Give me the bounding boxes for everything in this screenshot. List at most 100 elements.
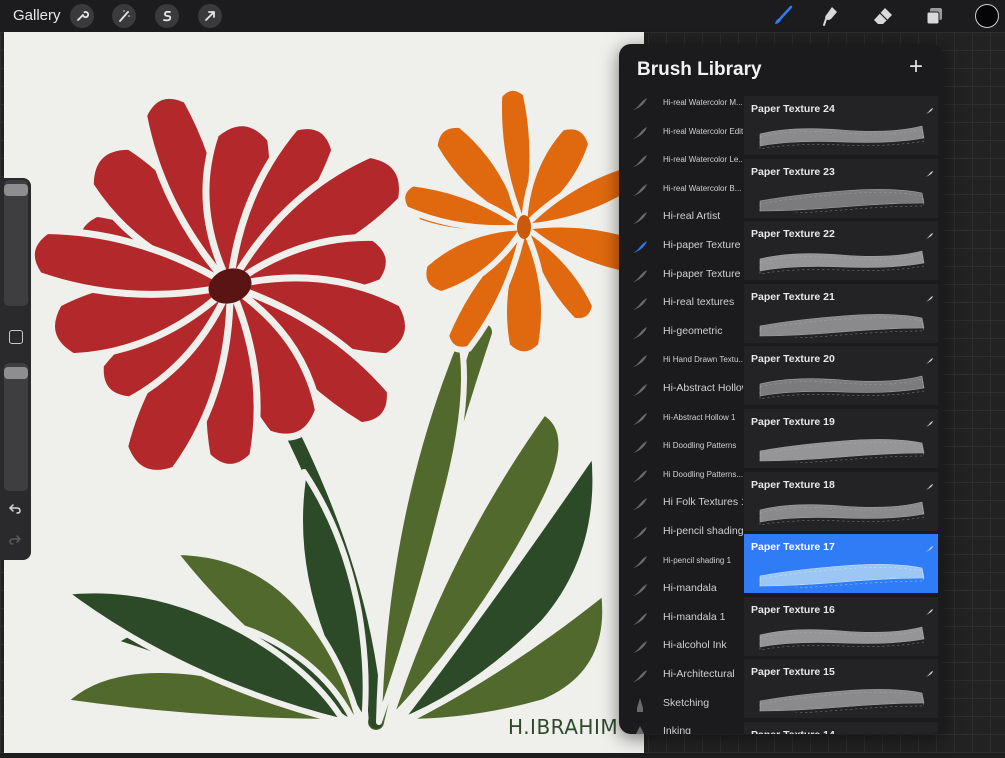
feather-icon bbox=[631, 554, 649, 570]
brush-set-label: Hi-mandala 1 bbox=[663, 610, 726, 623]
brush-stroke-preview bbox=[759, 439, 925, 463]
brush-item[interactable]: Paper Texture 23 bbox=[744, 158, 938, 218]
brush-set-item[interactable]: Inking bbox=[619, 719, 743, 734]
brush-set-label: Hi Doodling Patterns... bbox=[663, 469, 743, 479]
brush-set-item[interactable]: Hi-real Watercolor B... bbox=[619, 176, 743, 204]
brush-set-item[interactable]: Hi Hand Drawn Textu... bbox=[619, 347, 743, 375]
brush-mini-feather-icon bbox=[924, 227, 934, 240]
brush-set-item[interactable]: Hi Doodling Patterns... bbox=[619, 462, 743, 490]
brush-mini-feather-icon bbox=[924, 415, 934, 427]
brush-set-item[interactable]: Hi-real Watercolor M... bbox=[619, 90, 743, 118]
selection-s-icon[interactable] bbox=[155, 4, 179, 28]
brush-set-item[interactable]: Hi-paper Texture 1 bbox=[619, 262, 743, 290]
opacity-slider[interactable] bbox=[4, 363, 28, 491]
brush-set-item[interactable]: Hi-real textures bbox=[619, 290, 743, 318]
brush-set-item[interactable]: Hi-Architectural bbox=[619, 662, 743, 690]
brush-size-thumb[interactable] bbox=[4, 184, 28, 196]
brush-set-label: Hi-pencil shading 1 bbox=[663, 555, 732, 565]
panel-title: Brush Library bbox=[637, 59, 762, 80]
brush-set-label: Hi-geometric bbox=[663, 324, 723, 337]
brush-item[interactable]: Paper Texture 22 bbox=[744, 221, 938, 281]
feather-icon bbox=[631, 411, 649, 427]
feather-icon bbox=[631, 296, 649, 312]
brush-item[interactable]: Paper Texture 15 bbox=[744, 659, 938, 719]
brush-mini-feather-icon bbox=[924, 603, 934, 615]
brush-set-item[interactable]: Hi Folk Textures 1 bbox=[619, 490, 743, 518]
brush-set-item[interactable]: Hi-geometric bbox=[619, 319, 743, 347]
brushes-list: Paper Texture 24 Paper Texture 23 Paper … bbox=[744, 96, 938, 734]
brush-set-item[interactable]: Hi-mandala bbox=[619, 576, 743, 604]
drawing-canvas[interactable] bbox=[4, 32, 665, 753]
undo-icon[interactable] bbox=[8, 503, 22, 518]
brush-item[interactable]: Paper Texture 16 bbox=[744, 596, 938, 656]
brush-set-item[interactable]: Hi-real Watercolor Edit bbox=[619, 119, 743, 147]
brush-item[interactable]: Paper Texture 18 bbox=[744, 471, 938, 531]
transform-arrow-icon[interactable] bbox=[198, 4, 222, 28]
brush-set-label: Hi-real Artist bbox=[663, 210, 721, 223]
brush-item[interactable]: Paper Texture 17 bbox=[744, 534, 938, 594]
feather-icon bbox=[631, 353, 649, 369]
brush-item[interactable]: Paper Texture 21 bbox=[744, 283, 938, 343]
brush-set-item[interactable]: Hi Doodling Patterns bbox=[619, 433, 743, 461]
brush-set-item[interactable]: Hi-real Artist bbox=[619, 204, 743, 232]
brush-name: Paper Texture 17 bbox=[751, 541, 835, 554]
feather-icon bbox=[631, 582, 649, 598]
actions-wrench-icon[interactable] bbox=[70, 4, 94, 28]
brush-set-item[interactable]: Hi-mandala 1 bbox=[619, 605, 743, 633]
left-sidebar bbox=[0, 178, 31, 560]
brush-set-item[interactable]: Sketching bbox=[619, 691, 743, 719]
brush-item[interactable]: Paper Texture 24 bbox=[744, 96, 938, 155]
brush-stroke-preview bbox=[759, 564, 925, 589]
pencil-tip-icon bbox=[631, 697, 649, 713]
feather-icon bbox=[631, 239, 649, 255]
brush-set-label: Hi-alcohol Ink bbox=[663, 639, 727, 652]
brush-name: Paper Texture 16 bbox=[751, 603, 835, 616]
brush-name: Paper Texture 18 bbox=[751, 478, 835, 491]
brush-set-item[interactable]: Hi-real Watercolor Le... bbox=[619, 147, 743, 175]
brush-item[interactable]: Paper Texture 19 bbox=[744, 409, 938, 468]
feather-icon bbox=[631, 210, 649, 226]
redo-icon[interactable] bbox=[8, 534, 22, 549]
brush-set-item[interactable]: Hi-pencil shading bbox=[619, 519, 743, 547]
brush-name: Paper Texture 21 bbox=[751, 290, 835, 303]
brush-set-item[interactable]: Hi-pencil shading 1 bbox=[619, 548, 743, 576]
brush-set-item[interactable]: Hi-Abstract Hollow bbox=[619, 376, 743, 404]
opacity-thumb[interactable] bbox=[4, 367, 28, 379]
brush-size-slider[interactable] bbox=[4, 180, 28, 306]
feather-icon bbox=[631, 96, 649, 112]
feather-icon bbox=[631, 125, 649, 141]
brush-set-label: Hi-real Watercolor B... bbox=[663, 183, 742, 193]
brush-mini-feather-icon bbox=[924, 478, 934, 490]
current-color-swatch[interactable] bbox=[975, 4, 999, 28]
brush-stroke-preview bbox=[759, 626, 925, 651]
orange-flower-center bbox=[517, 215, 531, 239]
brush-set-label: Hi-real Watercolor M... bbox=[663, 98, 743, 107]
brush-set-item[interactable]: Hi-Abstract Hollow 1 bbox=[619, 405, 743, 433]
layers-icon[interactable] bbox=[922, 3, 948, 29]
brush-set-label: Hi-Architectural bbox=[663, 668, 735, 680]
brush-set-label: Hi Folk Textures 1 bbox=[663, 496, 743, 509]
brush-set-label: Hi-real Watercolor Le... bbox=[663, 155, 743, 165]
brush-set-item[interactable]: Hi-alcohol Ink bbox=[619, 633, 743, 661]
flower-artwork bbox=[27, 84, 665, 730]
brush-stroke-preview bbox=[759, 250, 925, 275]
modify-button[interactable] bbox=[9, 330, 23, 344]
brush-set-item[interactable]: Hi-paper Texture V2 bbox=[619, 233, 743, 261]
brush-item[interactable]: Paper Texture 20 bbox=[744, 346, 938, 406]
brush-name: Paper Texture 15 bbox=[751, 666, 835, 679]
pen-nib-icon bbox=[631, 725, 649, 734]
brush-mini-feather-icon bbox=[924, 165, 934, 177]
brush-stroke-preview bbox=[759, 689, 925, 714]
feather-icon bbox=[631, 153, 649, 169]
smudge-icon[interactable] bbox=[818, 3, 844, 29]
brush-mini-feather-icon bbox=[924, 665, 934, 678]
add-brush-plus-icon[interactable]: + bbox=[905, 55, 927, 79]
brush-icon[interactable] bbox=[770, 3, 796, 29]
brush-library-panel: Brush Library + Hi-real Watercolor M... … bbox=[619, 44, 943, 734]
feather-icon bbox=[631, 268, 649, 284]
adjustments-wand-icon[interactable] bbox=[112, 4, 136, 28]
eraser-icon[interactable] bbox=[870, 3, 896, 29]
gallery-button[interactable]: Gallery bbox=[13, 7, 61, 24]
brush-item[interactable]: Paper Texture 14 bbox=[744, 722, 938, 734]
brush-set-label: Sketching bbox=[663, 696, 710, 709]
